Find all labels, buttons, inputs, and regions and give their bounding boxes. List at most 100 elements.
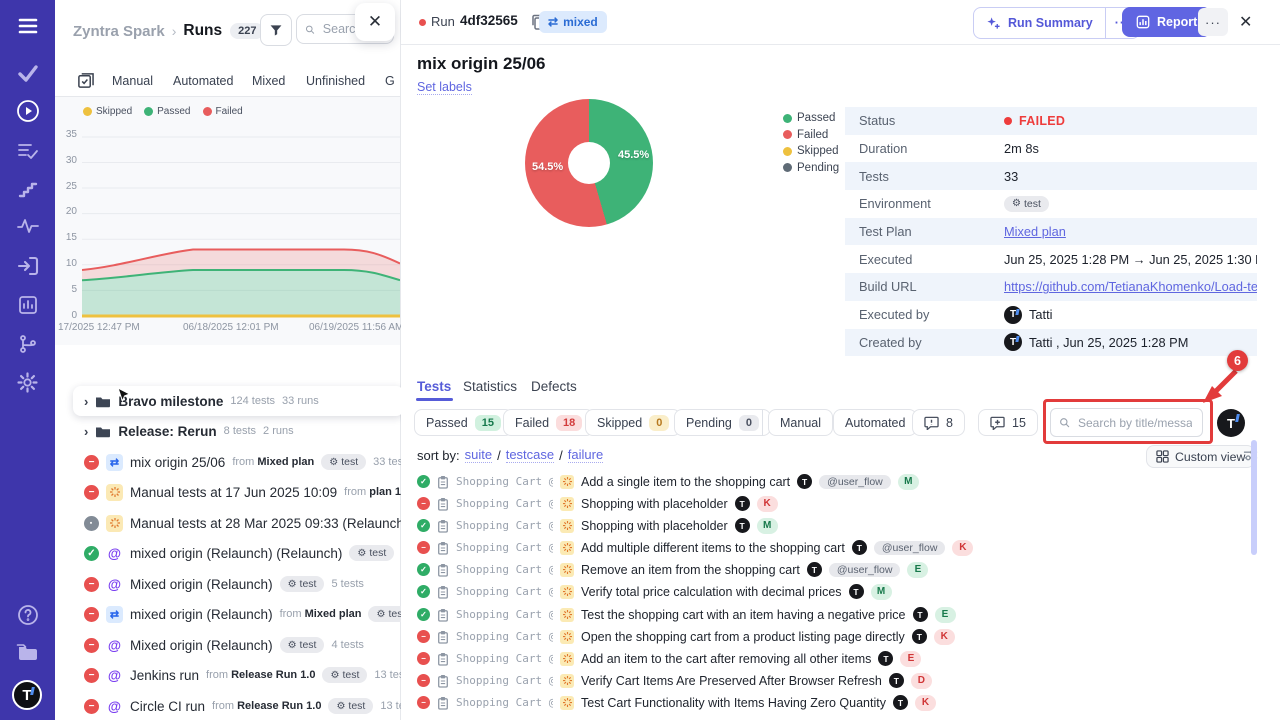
- test-row[interactable]: − Shopping Cart @first… Open the shoppin…: [404, 626, 1262, 647]
- close-run-icon[interactable]: ✕: [1239, 12, 1252, 32]
- gear-icon[interactable]: [0, 372, 55, 393]
- run-from-plan: from plan 1: [344, 486, 401, 498]
- tab-grouped[interactable]: G: [385, 74, 395, 88]
- test-title[interactable]: Test Cart Functionality with Items Havin…: [581, 696, 886, 710]
- run-list-icon[interactable]: [77, 72, 94, 89]
- run-row[interactable]: − @ Mixed origin (Relaunch) ⚙test 5 test…: [55, 569, 400, 599]
- run-row[interactable]: − ⇄ mixed origin (Relaunch) from Mixed p…: [55, 599, 400, 629]
- test-title[interactable]: Add a single item to the shopping cart: [581, 475, 790, 489]
- test-row[interactable]: ✓ Shopping Cart @first… Add a single ite…: [404, 471, 1262, 492]
- run-row[interactable]: − Manual tests at 17 Jun 2025 10:09 from…: [55, 477, 400, 507]
- test-suite[interactable]: Shopping Cart @first…: [456, 674, 553, 687]
- panel-close-button[interactable]: ✕: [355, 3, 395, 41]
- search-icon: [305, 23, 315, 36]
- info-row-executed: Executed Jun 25, 2025 1:28 PM → Jun 25, …: [845, 245, 1257, 273]
- filter-comments-button[interactable]: 8: [912, 409, 965, 436]
- tab-mixed[interactable]: Mixed: [252, 74, 285, 88]
- test-title[interactable]: Add multiple different items to the shop…: [581, 541, 845, 555]
- tab-statistics[interactable]: Statistics: [463, 379, 517, 394]
- filter-skipped-button[interactable]: Skipped0: [585, 409, 681, 436]
- folder-row[interactable]: › Release: Rerun 8 tests 2 runs: [55, 416, 400, 446]
- user-avatar[interactable]: T: [1217, 409, 1245, 437]
- test-suite[interactable]: Shopping Cart @first…: [456, 563, 553, 576]
- tab-defects[interactable]: Defects: [531, 379, 577, 394]
- import-icon[interactable]: [0, 256, 55, 276]
- filter-failed-button[interactable]: Failed18: [503, 409, 594, 436]
- filter-new-comments-button[interactable]: 15: [978, 409, 1038, 436]
- test-row[interactable]: ✓ Shopping Cart @first… Verify total pri…: [404, 581, 1262, 602]
- test-suite[interactable]: Shopping Cart @first…: [456, 652, 553, 665]
- build-url-link[interactable]: https://github.com/TetianaKhomenko/Load-…: [1004, 279, 1257, 294]
- activity-icon[interactable]: [0, 218, 55, 234]
- run-row[interactable]: − ⇄ mix origin 25/06 from Mixed plan ⚙te…: [55, 447, 400, 477]
- test-title[interactable]: Verify Cart Items Are Preserved After Br…: [581, 674, 882, 688]
- tab-automated[interactable]: Automated: [173, 74, 233, 88]
- filter-automated-button[interactable]: Automated: [833, 409, 917, 436]
- filter-button[interactable]: [260, 14, 292, 46]
- run-row[interactable]: − @ Circle CI run from Release Run 1.0 ⚙…: [55, 691, 400, 721]
- test-row[interactable]: ✓ Shopping Cart @first… Test the shoppin…: [404, 604, 1262, 625]
- filter-passed-button[interactable]: Passed15: [414, 409, 513, 436]
- test-suite[interactable]: Shopping Cart @first…: [456, 541, 553, 554]
- run-summary-button[interactable]: Run Summary ···: [973, 7, 1140, 39]
- branch-icon[interactable]: [0, 334, 55, 354]
- test-row[interactable]: ✓ Shopping Cart @first… Remove an item f…: [404, 559, 1262, 580]
- tests-search[interactable]: [1050, 408, 1203, 437]
- test-title[interactable]: Verify total price calculation with deci…: [581, 585, 842, 599]
- test-suite[interactable]: Shopping Cart @first…: [456, 630, 553, 643]
- test-row[interactable]: − Shopping Cart @first… Add an item to t…: [404, 648, 1262, 669]
- filter-manual-button[interactable]: Manual: [768, 409, 833, 436]
- test-row[interactable]: − Shopping Cart @first… Shopping with pl…: [404, 493, 1262, 514]
- test-suite[interactable]: Shopping Cart @first…: [456, 585, 553, 598]
- custom-view-button[interactable]: Custom view: [1146, 445, 1255, 468]
- test-suite[interactable]: Shopping Cart @first…: [456, 608, 553, 621]
- gear-icon: ⚙: [329, 457, 338, 468]
- run-row[interactable]: ▪ Manual tests at 28 Mar 2025 09:33 (Rel…: [55, 508, 400, 538]
- test-title[interactable]: Remove an item from the shopping cart: [581, 563, 800, 577]
- more-actions-button[interactable]: ···: [1198, 8, 1228, 36]
- menu-icon[interactable]: [0, 16, 55, 36]
- manual-test-icon: [560, 563, 574, 577]
- run-row[interactable]: ✓ @ mixed origin (Relaunch) (Relaunch) ⚙…: [55, 538, 400, 568]
- run-row[interactable]: − @ Jenkins run from Release Run 1.0 ⚙te…: [55, 660, 400, 690]
- test-row[interactable]: − Shopping Cart @first… Test Cart Functi…: [404, 692, 1262, 713]
- legend-passed: Passed: [783, 110, 839, 127]
- workspace-avatar[interactable]: T: [12, 680, 42, 710]
- test-row[interactable]: − Shopping Cart @first… Verify Cart Item…: [404, 670, 1262, 691]
- test-suite[interactable]: Shopping Cart @first…: [456, 497, 553, 510]
- breadcrumb-project[interactable]: Zyntra Spark: [73, 23, 165, 40]
- test-title[interactable]: Test the shopping cart with an item havi…: [581, 608, 906, 622]
- scrollbar[interactable]: [1251, 440, 1257, 555]
- check-icon[interactable]: [0, 64, 55, 82]
- test-cases-icon[interactable]: [0, 142, 55, 160]
- sort-suite-link[interactable]: suite: [465, 447, 492, 463]
- assignee-avatar: T: [735, 518, 750, 533]
- test-suite[interactable]: Shopping Cart @first…: [456, 696, 553, 709]
- runs-icon[interactable]: [0, 99, 55, 123]
- test-suite[interactable]: Shopping Cart @first…: [456, 475, 553, 488]
- run-row[interactable]: − @ Mixed origin (Relaunch) ⚙test 4 test…: [55, 630, 400, 660]
- test-title[interactable]: Open the shopping cart from a product li…: [581, 630, 905, 644]
- steps-icon[interactable]: [0, 180, 55, 198]
- tab-tests[interactable]: Tests: [417, 379, 451, 394]
- help-icon[interactable]: [0, 604, 55, 626]
- chevron-right-icon[interactable]: ›: [84, 424, 88, 439]
- projects-icon[interactable]: [0, 642, 55, 662]
- test-row[interactable]: − Shopping Cart @first… Add multiple dif…: [404, 537, 1262, 558]
- status-value: FAILED: [1019, 114, 1065, 128]
- tab-unfinished[interactable]: Unfinished: [306, 74, 365, 88]
- analytics-icon[interactable]: [0, 295, 55, 315]
- tab-manual[interactable]: Manual: [112, 74, 153, 88]
- test-row[interactable]: ✓ Shopping Cart @first… Shopping with pl…: [404, 515, 1262, 536]
- test-plan-link[interactable]: Mixed plan: [1004, 224, 1066, 239]
- sort-testcase-link[interactable]: testcase: [506, 447, 554, 463]
- sort-failure-link[interactable]: failure: [568, 447, 603, 463]
- filter-pending-button[interactable]: Pending0: [674, 409, 771, 436]
- test-title[interactable]: Shopping with placeholder: [581, 519, 728, 533]
- chevron-right-icon[interactable]: ›: [84, 394, 88, 409]
- test-suite[interactable]: Shopping Cart @first…: [456, 519, 553, 532]
- set-labels-link[interactable]: Set labels: [417, 80, 472, 95]
- test-title[interactable]: Add an item to the cart after removing a…: [581, 652, 871, 666]
- test-title[interactable]: Shopping with placeholder: [581, 497, 728, 511]
- tests-search-input[interactable]: [1076, 415, 1194, 431]
